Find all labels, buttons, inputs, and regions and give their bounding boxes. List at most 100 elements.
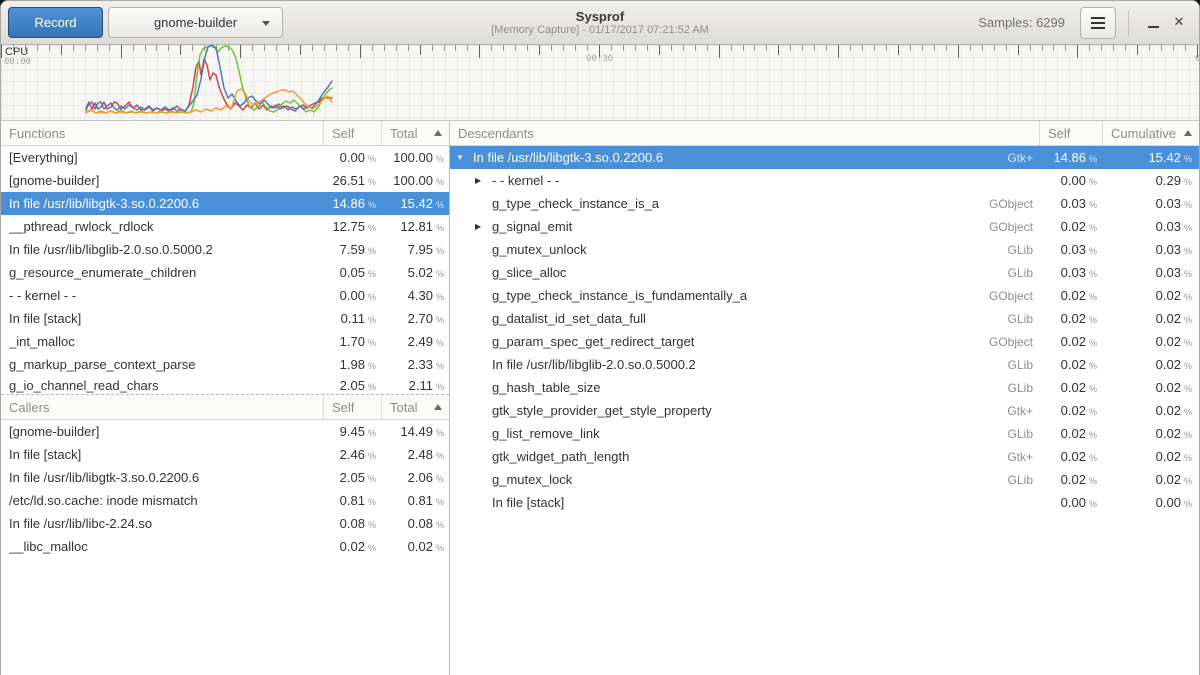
table-row[interactable]: g_resource_enumerate_children0.05%5.02%: [1, 261, 449, 284]
self-value: 2.05%: [323, 378, 381, 393]
table-row[interactable]: g_datalist_id_set_data_fullGLib0.02%0.02…: [450, 307, 1199, 330]
self-value: 12.75%: [323, 219, 381, 234]
self-value: 0.00%: [323, 288, 381, 303]
target-process-selector[interactable]: gnome-builder: [108, 7, 283, 38]
function-name: [Everything]: [1, 150, 323, 165]
table-row[interactable]: [gnome-builder]26.51%100.00%: [1, 169, 449, 192]
table-row[interactable]: [Everything]0.00%100.00%: [1, 146, 449, 169]
expander-spacer: [475, 364, 492, 365]
self-value: 0.00%: [323, 150, 381, 165]
expander-spacer: [475, 203, 492, 204]
capture-subtitle: [Memory Capture] - 01/17/2017 07:21:52 A…: [491, 24, 709, 37]
cpu-timeline-graph[interactable]: CPU 00:00 00:30 01:00: [1, 45, 1199, 121]
library-badge: GObject: [979, 335, 1039, 349]
table-row[interactable]: _int_malloc1.70%2.49%: [1, 330, 449, 353]
table-row[interactable]: g_hash_table_sizeGLib0.02%0.02%: [450, 376, 1199, 399]
table-row[interactable]: g_param_spec_get_redirect_targetGObject0…: [450, 330, 1199, 353]
descendants-self-column-header[interactable]: Self: [1039, 121, 1102, 145]
total-value: 0.81%: [381, 493, 449, 508]
table-row[interactable]: g_mutex_lockGLib0.02%0.02%: [450, 468, 1199, 491]
table-row[interactable]: g_io_channel_read_chars2.05%2.11%: [1, 376, 449, 395]
descendants-column-header[interactable]: Descendants: [450, 121, 1039, 145]
total-value: 2.11%: [381, 378, 449, 393]
total-value: 7.95%: [381, 242, 449, 257]
minimize-button[interactable]: [1140, 10, 1166, 36]
library-badge: GLib: [998, 243, 1039, 257]
table-row[interactable]: g_list_remove_linkGLib0.02%0.02%: [450, 422, 1199, 445]
table-row[interactable]: In file /usr/lib/libgtk-3.so.0.2200.62.0…: [1, 466, 449, 489]
table-row[interactable]: /etc/ld.so.cache: inode mismatch0.81%0.8…: [1, 489, 449, 512]
total-value: 2.33%: [381, 357, 449, 372]
library-badge: Gtk+: [997, 151, 1039, 165]
table-row[interactable]: g_type_check_instance_is_aGObject0.03%0.…: [450, 192, 1199, 215]
library-badge: Gtk+: [997, 450, 1039, 464]
self-value: 9.45%: [323, 424, 381, 439]
function-name: gtk_style_provider_get_style_propertyGtk…: [450, 403, 1039, 418]
total-value: 5.02%: [381, 265, 449, 280]
record-button[interactable]: Record: [8, 7, 103, 38]
table-row[interactable]: In file [stack]0.11%2.70%: [1, 307, 449, 330]
expander-spacer: [475, 410, 492, 411]
self-value: 0.05%: [323, 265, 381, 280]
cumulative-value: 0.02%: [1102, 334, 1199, 349]
table-row[interactable]: gtk_style_provider_get_style_propertyGtk…: [450, 399, 1199, 422]
table-row[interactable]: In file [stack]0.00%0.00%: [450, 491, 1199, 514]
table-row[interactable]: In file [stack]2.46%2.48%: [1, 443, 449, 466]
total-value: 2.06%: [381, 470, 449, 485]
self-value: 0.02%: [1039, 449, 1102, 464]
self-value: 0.02%: [1039, 426, 1102, 441]
cumulative-value: 0.03%: [1102, 219, 1199, 234]
total-column-header[interactable]: Total: [381, 121, 449, 145]
table-row[interactable]: g_mutex_unlockGLib0.03%0.03%: [450, 238, 1199, 261]
expander-spacer: [475, 249, 492, 250]
table-row[interactable]: In file /usr/lib/libglib-2.0.so.0.5000.2…: [450, 353, 1199, 376]
table-row[interactable]: g_markup_parse_context_parse1.98%2.33%: [1, 353, 449, 376]
table-row[interactable]: - - kernel - -0.00%4.30%: [1, 284, 449, 307]
expander-closed-icon[interactable]: ▶: [475, 176, 492, 185]
table-row[interactable]: In file /usr/lib/libglib-2.0.so.0.5000.2…: [1, 238, 449, 261]
cumulative-value: 0.03%: [1102, 265, 1199, 280]
function-name: ▼In file /usr/lib/libgtk-3.so.0.2200.6Gt…: [450, 150, 1039, 165]
table-row[interactable]: gtk_widget_path_lengthGtk+0.02%0.02%: [450, 445, 1199, 468]
cumulative-value: 0.29%: [1102, 173, 1199, 188]
expander-open-icon[interactable]: ▼: [456, 153, 473, 162]
cumulative-value: 0.02%: [1102, 380, 1199, 395]
self-value: 0.03%: [1039, 242, 1102, 257]
target-process-label: gnome-builder: [154, 15, 237, 30]
table-row[interactable]: ▶- - kernel - -0.00%0.29%: [450, 169, 1199, 192]
table-row[interactable]: In file /usr/lib/libc-2.24.so0.08%0.08%: [1, 512, 449, 535]
library-badge: GLib: [998, 381, 1039, 395]
cumulative-column-header[interactable]: Cumulative: [1102, 121, 1199, 145]
self-column-header[interactable]: Self: [323, 121, 381, 145]
table-row[interactable]: [gnome-builder]9.45%14.49%: [1, 420, 449, 443]
table-row[interactable]: ▶g_signal_emitGObject0.02%0.03%: [450, 215, 1199, 238]
sort-ascending-icon: [1184, 130, 1192, 136]
table-row[interactable]: g_slice_allocGLib0.03%0.03%: [450, 261, 1199, 284]
expander-spacer: [475, 479, 492, 480]
total-value: 4.30%: [381, 288, 449, 303]
self-value: 14.86%: [323, 196, 381, 211]
functions-column-header[interactable]: Functions: [1, 121, 323, 145]
right-pane: Descendants Self Cumulative ▼In file /us…: [450, 121, 1199, 675]
expander-closed-icon[interactable]: ▶: [475, 222, 492, 231]
total-value: 0.02%: [381, 539, 449, 554]
callers-total-column-header[interactable]: Total: [381, 395, 449, 419]
callers-column-header[interactable]: Callers: [1, 395, 323, 419]
function-name: g_slice_allocGLib: [450, 265, 1039, 280]
close-button[interactable]: ✕: [1166, 10, 1192, 36]
table-row[interactable]: __pthread_rwlock_rdlock12.75%12.81%: [1, 215, 449, 238]
table-row[interactable]: ▼In file /usr/lib/libgtk-3.so.0.2200.6Gt…: [450, 146, 1199, 169]
function-name: g_mutex_unlockGLib: [450, 242, 1039, 257]
menu-button[interactable]: [1080, 7, 1116, 39]
table-row[interactable]: g_type_check_instance_is_fundamentally_a…: [450, 284, 1199, 307]
callers-self-column-header[interactable]: Self: [323, 395, 381, 419]
self-value: 0.02%: [1039, 288, 1102, 303]
self-value: 7.59%: [323, 242, 381, 257]
table-row[interactable]: __libc_malloc0.02%0.02%: [1, 535, 449, 558]
function-name: g_list_remove_linkGLib: [450, 426, 1039, 441]
descendants-table-header: Descendants Self Cumulative: [450, 121, 1199, 146]
table-row[interactable]: In file /usr/lib/libgtk-3.so.0.2200.614.…: [1, 192, 449, 215]
cumulative-value: 0.02%: [1102, 357, 1199, 372]
cumulative-value: 0.03%: [1102, 196, 1199, 211]
cumulative-value: 0.02%: [1102, 449, 1199, 464]
